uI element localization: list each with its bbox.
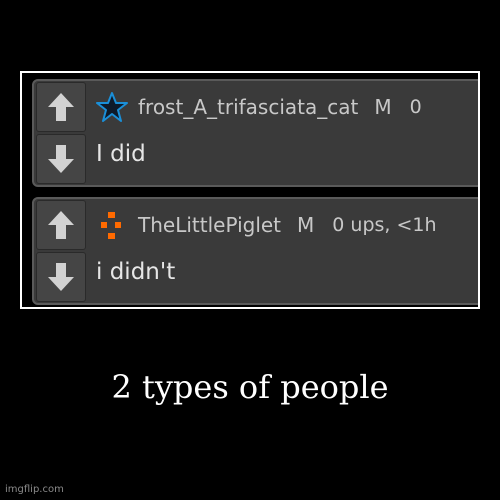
- comment-meta: 0 ups, <1h: [332, 214, 437, 236]
- watermark: imgflip.com: [5, 484, 64, 495]
- vote-column: [34, 81, 88, 185]
- username-link[interactable]: TheLittlePiglet: [138, 213, 281, 237]
- arrow-down-icon: [48, 145, 74, 173]
- comment-card: TheLittlePiglet M 0 ups, <1h i didn't: [32, 197, 478, 305]
- comment-header: frost_A_trifasciata_cat M 0: [96, 91, 422, 123]
- upvote-button[interactable]: [36, 200, 86, 250]
- username-link[interactable]: frost_A_trifasciata_cat: [138, 95, 358, 119]
- user-badge: M: [297, 213, 315, 237]
- meme-caption: 2 types of people: [111, 368, 389, 406]
- vote-column: [34, 199, 88, 303]
- pixel-piglet-icon: [96, 209, 128, 241]
- user-badge: M: [374, 95, 392, 119]
- comment-text: I did: [96, 141, 146, 167]
- star-icon: [96, 91, 128, 123]
- comment-meta: 0: [409, 96, 422, 118]
- comment-card: frost_A_trifasciata_cat M 0 I did: [32, 79, 478, 187]
- arrow-down-icon: [48, 263, 74, 291]
- comment-text: i didn't: [96, 259, 176, 285]
- arrow-up-icon: [48, 93, 74, 121]
- comment-header: TheLittlePiglet M 0 ups, <1h: [96, 209, 437, 241]
- arrow-up-icon: [48, 211, 74, 239]
- downvote-button[interactable]: [36, 252, 86, 302]
- screenshot-frame: frost_A_trifasciata_cat M 0 I did TheLit…: [20, 71, 480, 309]
- downvote-button[interactable]: [36, 134, 86, 184]
- upvote-button[interactable]: [36, 82, 86, 132]
